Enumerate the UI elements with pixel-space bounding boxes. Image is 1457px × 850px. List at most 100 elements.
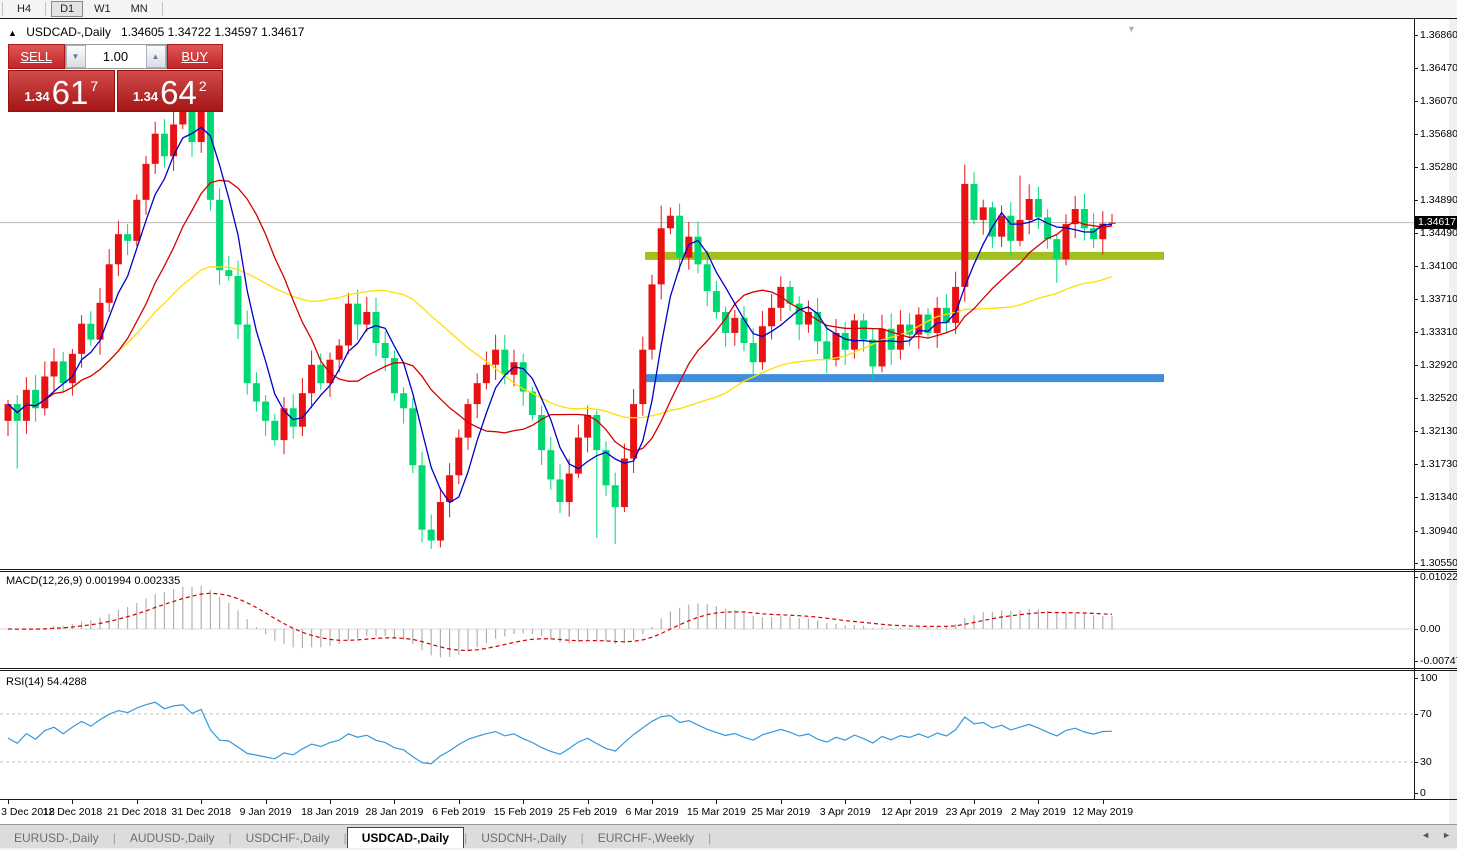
candle-body (851, 320, 858, 349)
candle-body (897, 325, 904, 350)
pane-border-main-macd[interactable] (0, 569, 1457, 570)
candle-body (124, 234, 131, 241)
candle-body (271, 421, 278, 440)
date-axis-tick (330, 800, 331, 804)
rsi-subwindow[interactable] (0, 671, 1457, 799)
candle-body (741, 318, 748, 343)
tab-scroll-right-icon[interactable]: ► (1442, 830, 1451, 840)
rsi-axis-tick (1414, 714, 1418, 715)
chart-tab-eurusd[interactable]: EURUSD-,Daily (0, 828, 113, 849)
candle-body (547, 450, 554, 479)
date-axis-tick (201, 800, 202, 804)
toolbar-separator (162, 2, 163, 16)
sell-price-panel[interactable]: 1.34 61 7 (8, 70, 115, 112)
candle-body (934, 308, 941, 333)
chart-tab-usdchf[interactable]: USDCHF-,Daily (232, 828, 344, 849)
buy-price-main: 64 (160, 78, 197, 108)
candle-body (51, 361, 58, 376)
candle-body (354, 304, 361, 325)
candle-body (317, 365, 324, 383)
chart-tab-usdcnh[interactable]: USDCNH-,Daily (467, 828, 580, 849)
timeframe-button-h4[interactable]: H4 (8, 1, 40, 17)
candle-body (106, 264, 113, 303)
sell-price-main: 61 (52, 78, 89, 108)
price-axis-label: 1.35680 (1420, 128, 1457, 140)
timeframe-button-w1[interactable]: W1 (85, 1, 120, 17)
price-axis-label: 1.33310 (1420, 326, 1457, 338)
candle-body (78, 324, 85, 354)
date-axis-tick (716, 800, 717, 804)
date-axis-tick (588, 800, 589, 804)
date-axis-label: 18 Jan 2019 (301, 806, 359, 818)
candle-body (1026, 199, 1033, 220)
price-axis-tick (1414, 101, 1418, 102)
pane-border-main-macd2 (0, 571, 1457, 572)
pane-border-top (0, 18, 1457, 19)
mt4-window: H4D1W1MN ▲ USDCAD-,Daily 1.34605 1.34722… (0, 0, 1457, 850)
macd-axis-tick (1414, 661, 1418, 662)
candle-body (308, 365, 315, 393)
candle-body (336, 345, 343, 359)
candle-body (1044, 217, 1051, 239)
chart-tab-eurchf[interactable]: EURCHF-,Weekly (584, 828, 708, 849)
chart-shift-marker-icon[interactable]: ▼ (1127, 24, 1136, 34)
tab-scroll-controls: ◄ ► (1421, 830, 1451, 840)
macd-subwindow[interactable] (0, 571, 1457, 668)
candle-body (566, 474, 573, 502)
volume-down-icon[interactable]: ▼ (66, 45, 86, 68)
candle-body (961, 184, 968, 287)
candle-body (492, 350, 499, 365)
candle-body (842, 333, 849, 350)
date-axis-label: 28 Jan 2019 (365, 806, 423, 818)
buy-button[interactable]: BUY (167, 44, 224, 69)
price-axis-tick (1414, 497, 1418, 498)
candle-body (1035, 199, 1042, 217)
price-axis-label: 1.36070 (1420, 95, 1457, 107)
rsi-axis-tick (1414, 762, 1418, 763)
candle-body (649, 284, 656, 349)
buy-price-panel[interactable]: 1.34 64 2 (117, 70, 224, 112)
candle-body (299, 393, 306, 426)
timeframe-button-mn[interactable]: MN (122, 1, 157, 17)
macd-axis-label: -0.00747 (1420, 655, 1457, 667)
candle-body (658, 228, 665, 284)
date-axis-label: 31 Dec 2018 (171, 806, 231, 818)
volume-input[interactable] (86, 45, 146, 68)
candle-body (437, 502, 444, 541)
one-click-trade-panel: SELL ▼ ▲ BUY 1.34 61 7 1.34 64 2 (8, 44, 223, 112)
candle-body (115, 234, 122, 264)
tab-scroll-left-icon[interactable]: ◄ (1421, 830, 1430, 840)
candle-body (1109, 223, 1116, 224)
rsi-label: RSI(14) 54.4288 (6, 676, 87, 688)
price-axis-label: 1.32520 (1420, 392, 1457, 404)
candle-body (474, 383, 481, 404)
price-axis-label: 1.30940 (1420, 525, 1457, 537)
date-axis-label: 15 Mar 2019 (687, 806, 746, 818)
candle-body (382, 343, 389, 358)
timeframe-button-d1[interactable]: D1 (51, 1, 83, 17)
price-axis-label: 1.31340 (1420, 491, 1457, 503)
macd-label: MACD(12,26,9) 0.001994 0.002335 (6, 575, 180, 587)
price-axis-label: 1.33710 (1420, 293, 1457, 305)
price-axis-label: 1.30550 (1420, 557, 1457, 569)
price-axis-tick (1414, 167, 1418, 168)
pane-border-macd-rsi[interactable] (0, 668, 1457, 669)
chart-tab-usdcad[interactable]: USDCAD-,Daily (347, 827, 464, 849)
collapse-icon[interactable]: ▲ (8, 28, 17, 38)
moving-average-34 (8, 267, 1112, 418)
candle-body (189, 111, 196, 142)
volume-up-icon[interactable]: ▲ (146, 45, 166, 68)
macd-axis-tick (1414, 577, 1418, 578)
date-axis-tick (72, 800, 73, 804)
date-axis-tick (8, 800, 9, 804)
rsi-line (8, 702, 1112, 764)
price-axis-tick (1414, 464, 1418, 465)
price-axis-tick (1414, 134, 1418, 135)
date-axis-label: 12 May 2019 (1072, 806, 1133, 818)
candle-body (253, 383, 260, 401)
candle-body (823, 341, 830, 359)
chart-tab-audusd[interactable]: AUDUSD-,Daily (116, 828, 229, 849)
candle-body (685, 237, 692, 258)
sell-button[interactable]: SELL (8, 44, 65, 69)
candle-body (704, 264, 711, 291)
